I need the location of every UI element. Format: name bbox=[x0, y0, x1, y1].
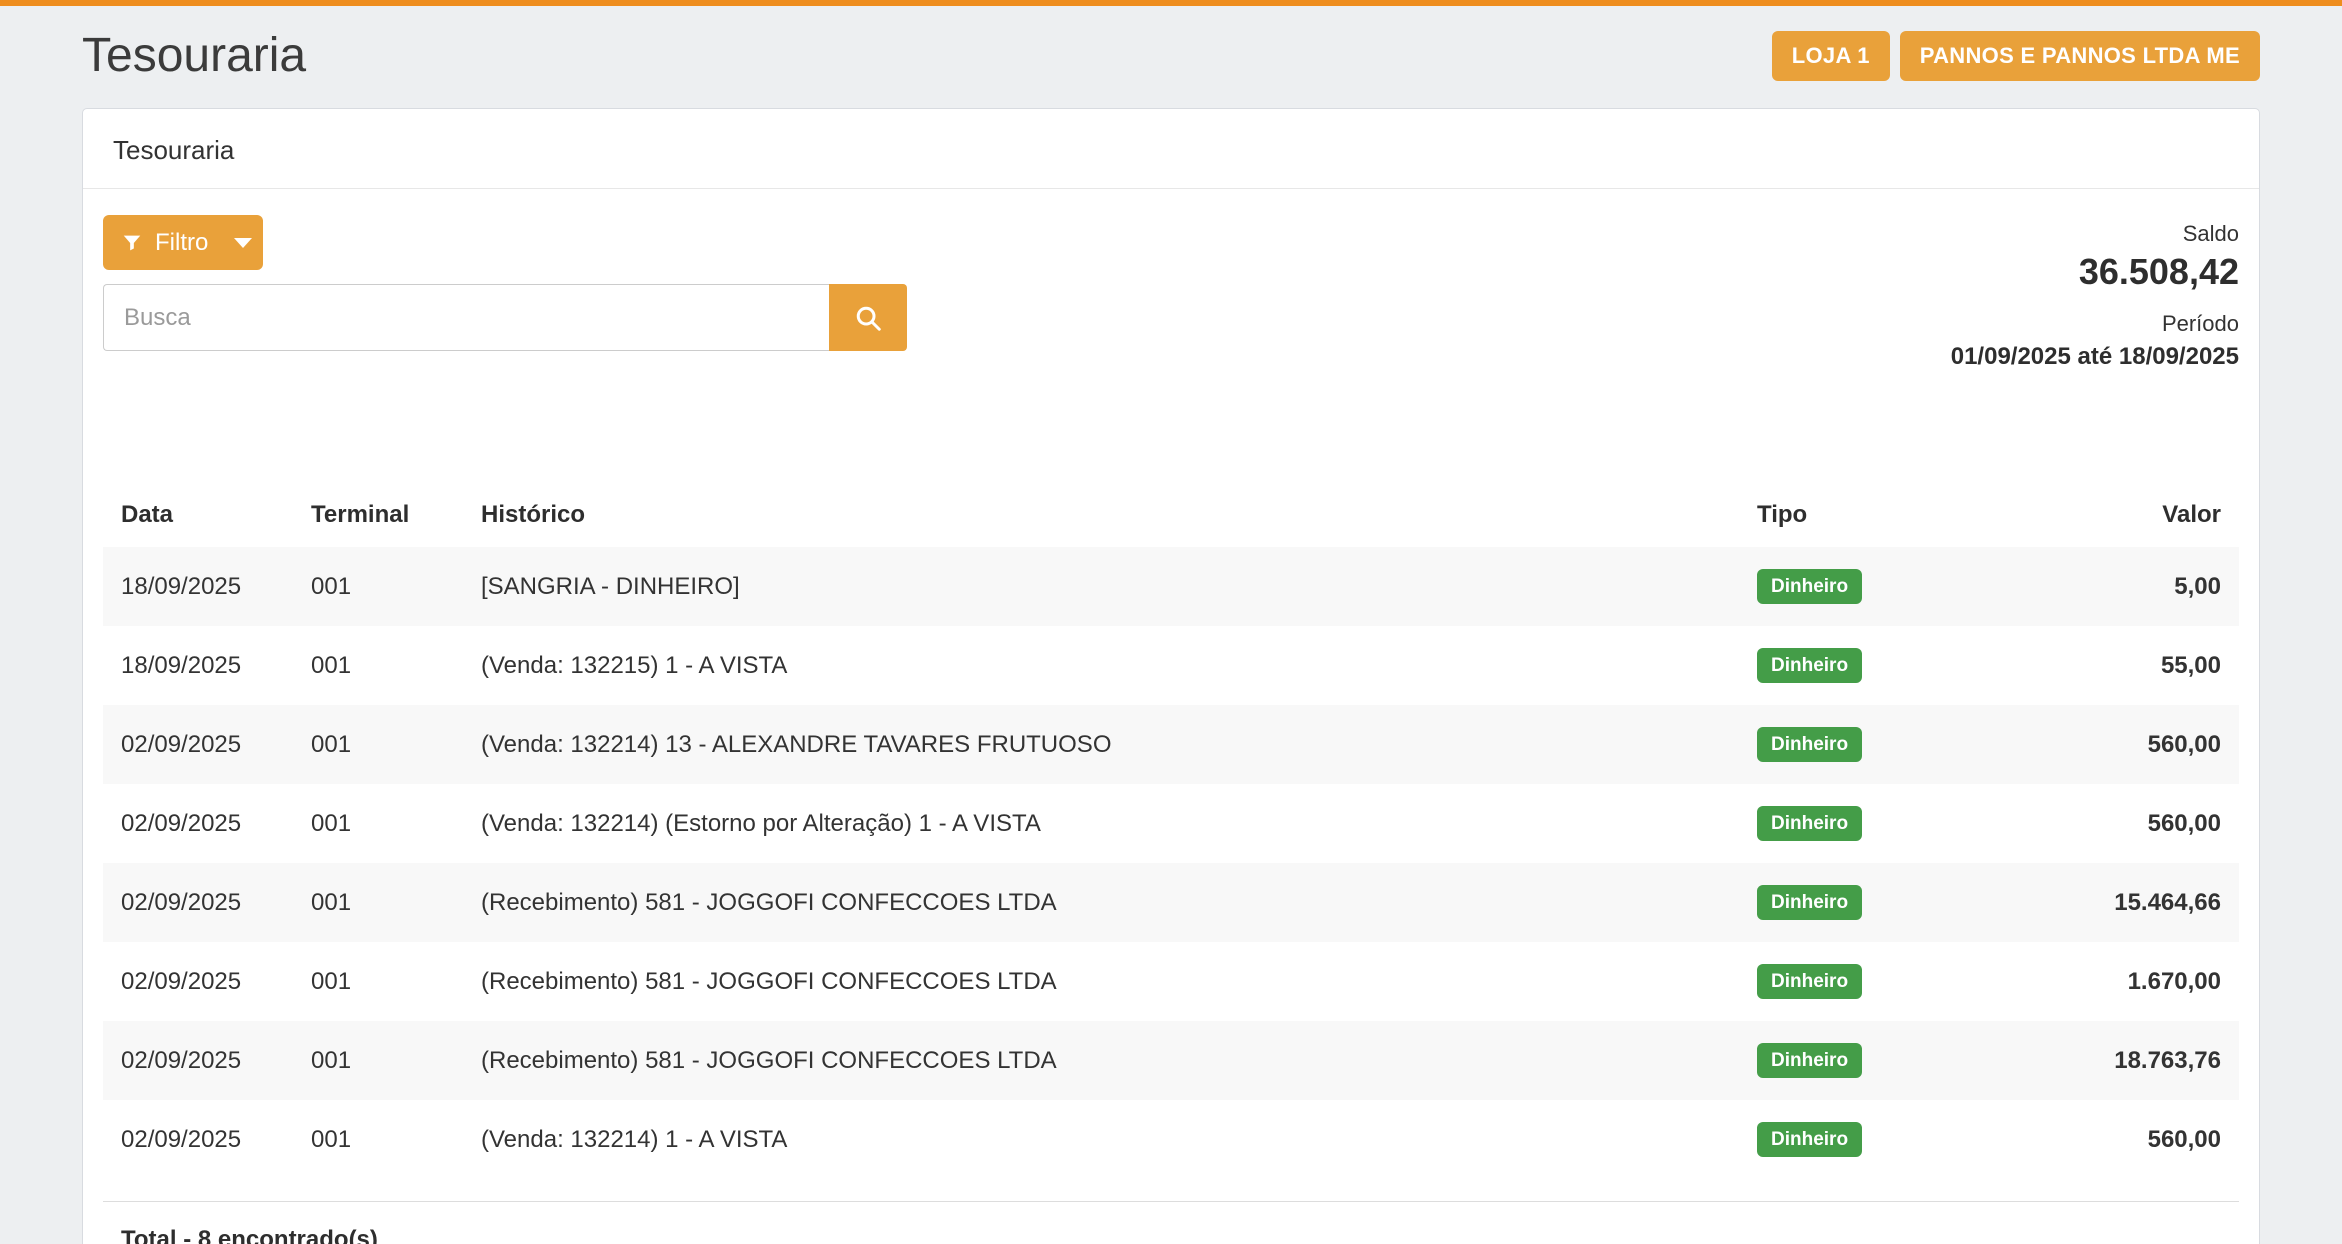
cell-terminal: 001 bbox=[293, 705, 463, 784]
tipo-badge: Dinheiro bbox=[1757, 885, 1862, 920]
card-body: Filtro bbox=[83, 189, 2259, 1244]
saldo-value: 36.508,42 bbox=[1951, 251, 2239, 293]
cell-terminal: 001 bbox=[293, 784, 463, 863]
cell-data: 02/09/2025 bbox=[103, 705, 293, 784]
filter-button[interactable]: Filtro bbox=[103, 215, 263, 270]
column-header-terminal: Terminal bbox=[293, 483, 463, 547]
column-header-data: Data bbox=[103, 483, 293, 547]
card-title: Tesouraria bbox=[83, 109, 2259, 189]
column-header-historico: Histórico bbox=[463, 483, 1739, 547]
cell-data: 02/09/2025 bbox=[103, 942, 293, 1021]
cell-terminal: 001 bbox=[293, 942, 463, 1021]
toolbar: Filtro bbox=[103, 215, 2239, 371]
cell-historico: (Venda: 132214) (Estorno por Alteração) … bbox=[463, 784, 1739, 863]
header-buttons: LOJA 1 PANNOS E PANNOS LTDA ME bbox=[1772, 31, 2260, 81]
funnel-icon bbox=[121, 232, 143, 254]
cell-data: 18/09/2025 bbox=[103, 547, 293, 626]
total-row: Total - 8 encontrado(s) bbox=[103, 1201, 2239, 1244]
cell-terminal: 001 bbox=[293, 547, 463, 626]
chevron-down-icon bbox=[234, 238, 252, 248]
cell-historico: [SANGRIA - DINHEIRO] bbox=[463, 547, 1739, 626]
cell-terminal: 001 bbox=[293, 1021, 463, 1100]
table-row[interactable]: 02/09/2025 001 (Venda: 132214) 13 - ALEX… bbox=[103, 705, 2239, 784]
tipo-badge: Dinheiro bbox=[1757, 1043, 1862, 1078]
cell-terminal: 001 bbox=[293, 1100, 463, 1179]
cell-historico: (Venda: 132214) 13 - ALEXANDRE TAVARES F… bbox=[463, 705, 1739, 784]
column-header-tipo: Tipo bbox=[1739, 483, 2039, 547]
cell-terminal: 001 bbox=[293, 626, 463, 705]
cell-valor: 55,00 bbox=[2039, 626, 2239, 705]
table-row[interactable]: 02/09/2025 001 (Venda: 132214) 1 - A VIS… bbox=[103, 1100, 2239, 1179]
cell-valor: 560,00 bbox=[2039, 784, 2239, 863]
cell-terminal: 001 bbox=[293, 863, 463, 942]
cell-data: 02/09/2025 bbox=[103, 1100, 293, 1179]
tipo-badge: Dinheiro bbox=[1757, 569, 1862, 604]
search-button[interactable] bbox=[829, 284, 907, 351]
transactions-table: Data Terminal Histórico Tipo Valor 18/09… bbox=[103, 483, 2239, 1179]
periodo-value: 01/09/2025 até 18/09/2025 bbox=[1951, 343, 2239, 371]
cell-valor: 15.464,66 bbox=[2039, 863, 2239, 942]
summary-panel: Saldo 36.508,42 Período 01/09/2025 até 1… bbox=[1951, 215, 2239, 371]
cell-historico: (Recebimento) 581 - JOGGOFI CONFECCOES L… bbox=[463, 942, 1739, 1021]
search-icon bbox=[853, 303, 883, 333]
table-row[interactable]: 02/09/2025 001 (Recebimento) 581 - JOGGO… bbox=[103, 863, 2239, 942]
page-container: Tesouraria LOJA 1 PANNOS E PANNOS LTDA M… bbox=[0, 6, 2342, 1244]
filter-button-label: Filtro bbox=[155, 229, 208, 257]
table-row[interactable]: 18/09/2025 001 [SANGRIA - DINHEIRO] Dinh… bbox=[103, 547, 2239, 626]
cell-data: 18/09/2025 bbox=[103, 626, 293, 705]
tipo-badge: Dinheiro bbox=[1757, 806, 1862, 841]
periodo-label: Período bbox=[1951, 311, 2239, 337]
column-header-valor: Valor bbox=[2039, 483, 2239, 547]
cell-valor: 1.670,00 bbox=[2039, 942, 2239, 1021]
cell-tipo: Dinheiro bbox=[1739, 705, 2039, 784]
tipo-badge: Dinheiro bbox=[1757, 964, 1862, 999]
table-row[interactable]: 02/09/2025 001 (Venda: 132214) (Estorno … bbox=[103, 784, 2239, 863]
tipo-badge: Dinheiro bbox=[1757, 727, 1862, 762]
search-input[interactable] bbox=[103, 284, 829, 351]
cell-historico: (Recebimento) 581 - JOGGOFI CONFECCOES L… bbox=[463, 863, 1739, 942]
cell-tipo: Dinheiro bbox=[1739, 1021, 2039, 1100]
toolbar-left: Filtro bbox=[103, 215, 907, 351]
company-button[interactable]: PANNOS E PANNOS LTDA ME bbox=[1900, 31, 2260, 81]
table-row[interactable]: 18/09/2025 001 (Venda: 132215) 1 - A VIS… bbox=[103, 626, 2239, 705]
cell-historico: (Recebimento) 581 - JOGGOFI CONFECCOES L… bbox=[463, 1021, 1739, 1100]
cell-valor: 560,00 bbox=[2039, 1100, 2239, 1179]
cell-tipo: Dinheiro bbox=[1739, 547, 2039, 626]
cell-tipo: Dinheiro bbox=[1739, 1100, 2039, 1179]
cell-historico: (Venda: 132215) 1 - A VISTA bbox=[463, 626, 1739, 705]
cell-data: 02/09/2025 bbox=[103, 1021, 293, 1100]
cell-valor: 560,00 bbox=[2039, 705, 2239, 784]
table-header: Data Terminal Histórico Tipo Valor bbox=[103, 483, 2239, 547]
cell-valor: 18.763,76 bbox=[2039, 1021, 2239, 1100]
cell-valor: 5,00 bbox=[2039, 547, 2239, 626]
treasury-card: Tesouraria Filtro bbox=[82, 108, 2260, 1244]
table-row[interactable]: 02/09/2025 001 (Recebimento) 581 - JOGGO… bbox=[103, 942, 2239, 1021]
cell-tipo: Dinheiro bbox=[1739, 626, 2039, 705]
cell-tipo: Dinheiro bbox=[1739, 863, 2039, 942]
page-header: Tesouraria LOJA 1 PANNOS E PANNOS LTDA M… bbox=[82, 6, 2260, 108]
cell-tipo: Dinheiro bbox=[1739, 942, 2039, 1021]
page-title: Tesouraria bbox=[82, 28, 306, 84]
cell-data: 02/09/2025 bbox=[103, 784, 293, 863]
transactions-body: 18/09/2025 001 [SANGRIA - DINHEIRO] Dinh… bbox=[103, 547, 2239, 1179]
cell-historico: (Venda: 132214) 1 - A VISTA bbox=[463, 1100, 1739, 1179]
tipo-badge: Dinheiro bbox=[1757, 1122, 1862, 1157]
search-group bbox=[103, 284, 907, 351]
tipo-badge: Dinheiro bbox=[1757, 648, 1862, 683]
cell-data: 02/09/2025 bbox=[103, 863, 293, 942]
table-row[interactable]: 02/09/2025 001 (Recebimento) 581 - JOGGO… bbox=[103, 1021, 2239, 1100]
saldo-label: Saldo bbox=[1951, 221, 2239, 247]
store-button[interactable]: LOJA 1 bbox=[1772, 31, 1890, 81]
cell-tipo: Dinheiro bbox=[1739, 784, 2039, 863]
